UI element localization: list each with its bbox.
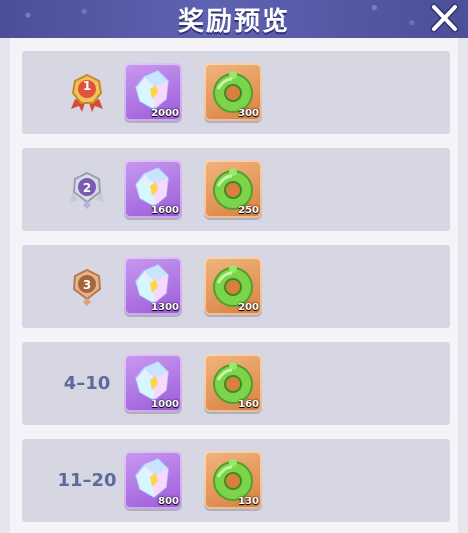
reward-preview-panel: 奖励预览 1 2000 300 2 1600 250 3 1300 200 4–… bbox=[0, 0, 468, 533]
reward-row-rank-4-10: 4–10 1000 160 bbox=[22, 342, 450, 425]
reward-item[interactable]: 160 bbox=[204, 354, 262, 412]
item-quantity: 800 bbox=[158, 496, 179, 507]
item-quantity: 1600 bbox=[151, 205, 179, 216]
close-icon bbox=[430, 3, 459, 33]
reward-item[interactable]: 130 bbox=[204, 451, 262, 509]
rank-cell: 4–10 bbox=[42, 342, 132, 425]
reward-item[interactable]: 1000 bbox=[124, 354, 182, 412]
reward-item[interactable]: 200 bbox=[204, 257, 262, 315]
rank-number: 3 bbox=[82, 278, 92, 292]
item-quantity: 1000 bbox=[151, 399, 179, 410]
rank-number: 2 bbox=[82, 181, 92, 195]
item-quantity: 1300 bbox=[151, 302, 179, 313]
rank-range: 4–10 bbox=[63, 373, 111, 394]
reward-item[interactable]: 2000 bbox=[124, 63, 182, 121]
reward-row-rank-1: 1 2000 300 bbox=[22, 51, 450, 134]
header-bar: 奖励预览 bbox=[0, 0, 468, 38]
item-quantity: 300 bbox=[238, 108, 259, 119]
reward-item[interactable]: 250 bbox=[204, 160, 262, 218]
reward-row-rank-11-20: 11–20 800 130 bbox=[22, 439, 450, 522]
reward-list: 1 2000 300 2 1600 250 3 1300 200 4–10 10… bbox=[10, 38, 458, 533]
reward-row-rank-3: 3 1300 200 bbox=[22, 245, 450, 328]
reward-item[interactable]: 800 bbox=[124, 451, 182, 509]
item-quantity: 2000 bbox=[151, 108, 179, 119]
item-quantity: 160 bbox=[238, 399, 259, 410]
rank-range: 11–20 bbox=[57, 470, 117, 491]
reward-item[interactable]: 1300 bbox=[124, 257, 182, 315]
reward-row-rank-2: 2 1600 250 bbox=[22, 148, 450, 231]
close-button[interactable] bbox=[428, 2, 460, 34]
rank-number: 1 bbox=[82, 79, 92, 93]
reward-item[interactable]: 300 bbox=[204, 63, 262, 121]
page-title: 奖励预览 bbox=[177, 7, 290, 37]
item-quantity: 250 bbox=[238, 205, 259, 216]
item-quantity: 200 bbox=[238, 302, 259, 313]
rank-cell: 2 bbox=[42, 148, 132, 231]
item-quantity: 130 bbox=[238, 496, 259, 507]
rank-cell: 3 bbox=[42, 245, 132, 328]
reward-item[interactable]: 1600 bbox=[124, 160, 182, 218]
rank-cell: 11–20 bbox=[42, 439, 132, 522]
rank-cell: 1 bbox=[42, 51, 132, 134]
